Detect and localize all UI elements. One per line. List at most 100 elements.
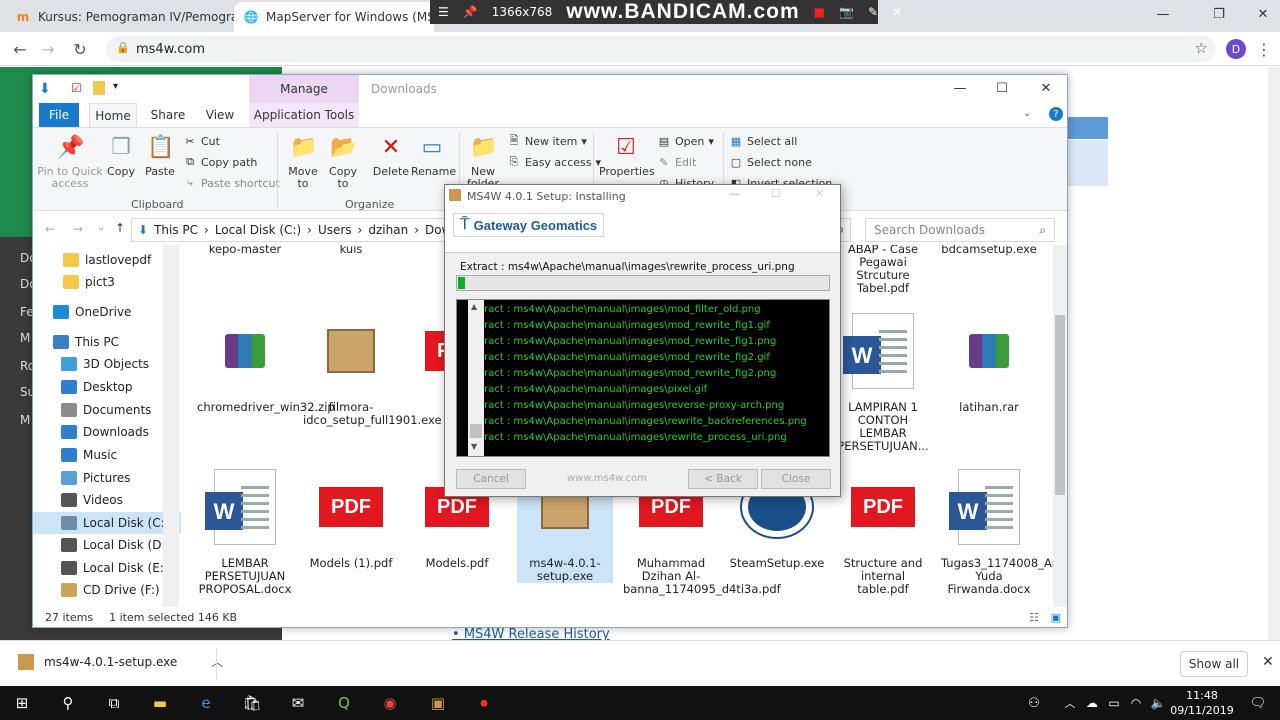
pin-icon[interactable]: 📌 xyxy=(463,5,478,19)
minimize-icon[interactable]: — xyxy=(729,187,740,200)
windows-start-icon[interactable]: ⊞ xyxy=(8,691,36,715)
file-item[interactable]: PDF Models (1).pdf xyxy=(303,463,399,570)
file-list-scrollbar[interactable] xyxy=(1053,245,1067,607)
show-all-button[interactable]: Show all xyxy=(1180,651,1248,677)
file-item[interactable]: kepo-master xyxy=(197,245,293,256)
nav-item[interactable]: This PC xyxy=(33,331,181,353)
sidebar-item[interactable]: M xyxy=(20,331,30,345)
browser-tab-mapserver[interactable]: 🌐 MapServer for Windows (MS4W xyxy=(234,2,434,32)
chrome-icon[interactable]: ◉ xyxy=(376,691,404,715)
nav-item[interactable]: Videos xyxy=(33,489,181,511)
pencil-icon[interactable]: ✎ xyxy=(868,5,878,19)
volume-icon[interactable]: 🔈 xyxy=(1144,691,1172,715)
scrollbar-thumb[interactable] xyxy=(1055,315,1065,495)
cut-button[interactable]: ✂ Cut xyxy=(183,134,220,148)
nav-item[interactable]: Music xyxy=(33,444,181,466)
details-view-icon[interactable]: ☷ xyxy=(1029,611,1039,624)
ribbon-collapse-icon[interactable]: ⌄ xyxy=(1023,108,1031,119)
tab-application-tools[interactable]: Application Tools xyxy=(249,103,359,127)
file-item[interactable]: kuis xyxy=(303,245,399,256)
bookmark-star-icon[interactable]: ☆ xyxy=(1195,39,1208,57)
edit-button[interactable]: ✎ Edit xyxy=(657,155,696,169)
help-icon[interactable]: ? xyxy=(1049,107,1063,121)
customize-toolbar-icon[interactable]: ▾ xyxy=(113,81,118,92)
tab-share[interactable]: Share xyxy=(145,103,191,127)
path-segment[interactable]: dzihan xyxy=(368,223,408,237)
mail-icon[interactable]: ✉ xyxy=(284,691,312,715)
tab-home[interactable]: Home xyxy=(89,103,137,127)
file-item[interactable]: W LEMBAR PERSETUJUAN PROPOSAL.docx xyxy=(197,463,293,596)
file-explorer-icon[interactable]: ▬ xyxy=(146,691,174,715)
nav-item[interactable]: OneDrive xyxy=(33,301,181,323)
easy-access-button[interactable]: ⎘ Easy access ▾ xyxy=(507,155,601,169)
manage-context-tab[interactable]: Manage xyxy=(249,75,359,103)
more-menu-icon[interactable]: ⋮ xyxy=(1252,37,1276,61)
path-segment[interactable]: This PC xyxy=(154,223,198,237)
large-icons-view-icon[interactable]: ▣ xyxy=(1051,611,1061,624)
path-segment[interactable]: Local Disk (C:) xyxy=(215,223,301,237)
sidebar-item[interactable]: M xyxy=(20,413,30,427)
pin-quick-access-button[interactable]: 📌 Pin to Quick access xyxy=(37,134,103,190)
menu-icon[interactable]: ☰ xyxy=(438,5,449,19)
nav-item[interactable]: Desktop xyxy=(33,376,181,398)
close-window-icon[interactable]: ✕ xyxy=(1240,0,1280,28)
copy-path-button[interactable]: ⧉ Copy path xyxy=(183,155,257,169)
file-item[interactable]: latihan.rar xyxy=(941,307,1037,414)
url-input[interactable]: 🔒 ms4w.com ☆ xyxy=(106,36,1216,62)
maximize-icon[interactable]: ☐ xyxy=(771,187,781,200)
select-all-button[interactable]: ▦ Select all xyxy=(729,134,798,148)
task-view-icon[interactable]: ⧉ xyxy=(100,691,128,715)
close-window-icon[interactable]: ✕ xyxy=(1023,75,1069,101)
properties-button[interactable]: ☑ Properties xyxy=(599,134,655,178)
paste-shortcut-button[interactable]: ⤷ Paste shortcut xyxy=(183,176,280,190)
search-input[interactable]: Search Downloads ⌕ xyxy=(865,218,1055,242)
log-scrollbar[interactable]: ▲ ▼ xyxy=(468,300,484,456)
nav-item[interactable]: pict3 xyxy=(33,271,181,293)
back-arrow-icon[interactable]: ← xyxy=(45,222,55,236)
reload-icon[interactable]: ↻ xyxy=(68,37,92,61)
move-to-button[interactable]: 📁 Move to xyxy=(285,134,321,190)
nav-item[interactable]: Local Disk (E:) xyxy=(33,557,181,579)
recent-locations-icon[interactable]: ⌄ xyxy=(97,222,105,233)
nav-item[interactable]: CD Drive (F:) xyxy=(33,579,181,601)
bandicam-icon[interactable]: ⏺ xyxy=(470,691,498,715)
cancel-button[interactable]: Cancel xyxy=(456,469,526,489)
copy-button[interactable]: ❐ Copy xyxy=(105,134,137,178)
stop-icon[interactable]: ■ xyxy=(814,5,825,19)
up-arrow-icon[interactable]: ↑ xyxy=(115,221,125,235)
file-item[interactable]: W LAMPIRAN 1 CONTOH LEMBAR PERSETUJUAN... xyxy=(835,307,931,453)
back-arrow-icon[interactable]: ← xyxy=(8,37,32,61)
file-item[interactable]: PDF Structure and internal table.pdf xyxy=(835,463,931,596)
file-item[interactable]: W Tugas3_1174008_Arjun Yuda Firwanda.docx xyxy=(941,463,1053,596)
file-item[interactable]: ABAP - Case Pegawai Strcuture Tabel.pdf xyxy=(835,245,931,295)
file-item[interactable]: chromedriver_win32.zip xyxy=(197,307,335,414)
nav-item[interactable]: 3D Objects xyxy=(33,353,181,375)
open-button[interactable]: ▤ Open ▾ xyxy=(657,134,714,148)
nav-item[interactable]: lastlovepdf xyxy=(33,249,181,271)
edge-icon[interactable]: e xyxy=(192,691,220,715)
camera-icon[interactable]: 📷 xyxy=(839,5,854,19)
file-item[interactable]: bdcamsetup.exe xyxy=(941,245,1037,256)
properties-check-icon[interactable]: ☑ xyxy=(71,81,82,95)
new-folder-button[interactable]: 📁New folder xyxy=(465,134,501,190)
path-segment[interactable]: Users xyxy=(318,223,352,237)
people-icon[interactable]: ⚇ xyxy=(1020,691,1048,715)
close-icon[interactable]: ✕ xyxy=(892,5,902,19)
delete-button[interactable]: ✕ Delete xyxy=(371,134,411,178)
new-item-button[interactable]: 🗎 New item ▾ xyxy=(507,134,587,148)
nav-item[interactable]: Pictures xyxy=(33,467,181,489)
scroll-down-icon[interactable]: ▼ xyxy=(471,442,477,451)
qgis-icon[interactable]: Q xyxy=(330,691,358,715)
paste-button[interactable]: 📋 Paste xyxy=(143,134,177,178)
rename-button[interactable]: ▭ Rename xyxy=(411,134,456,178)
file-item[interactable]: filmora-idco_setup_full1901.exe xyxy=(303,307,442,427)
profile-avatar[interactable]: D xyxy=(1226,39,1246,59)
notifications-icon[interactable]: 🗨 xyxy=(1244,691,1272,715)
select-none-button[interactable]: ▢ Select none xyxy=(729,155,812,169)
store-icon[interactable]: 🛍 xyxy=(238,691,266,715)
chevron-up-icon[interactable]: ︿ xyxy=(211,653,223,670)
folder-icon[interactable] xyxy=(93,81,105,95)
nav-item[interactable]: Documents xyxy=(33,399,181,421)
forward-arrow-icon[interactable]: → xyxy=(73,222,83,236)
tab-view[interactable]: View xyxy=(197,103,243,127)
